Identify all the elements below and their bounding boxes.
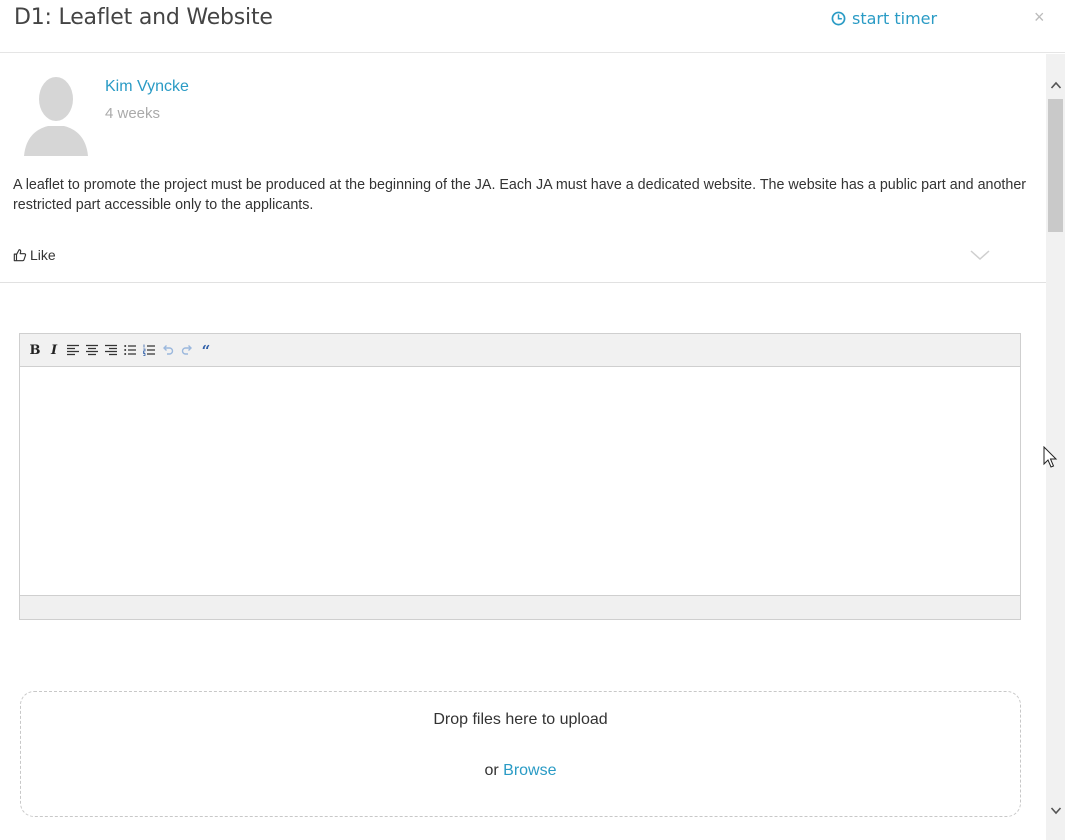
- author-name-link[interactable]: Kim Vyncke: [105, 78, 189, 96]
- post-body: A leaflet to promote the project must be…: [13, 177, 1027, 213]
- redo-button[interactable]: [180, 343, 194, 357]
- align-right-button[interactable]: [104, 343, 118, 357]
- like-button[interactable]: Like: [13, 247, 56, 263]
- align-left-icon: [67, 344, 79, 356]
- chevron-down-icon[interactable]: [969, 248, 991, 262]
- like-label: Like: [30, 247, 56, 263]
- avatar: [24, 77, 88, 156]
- undo-icon: [163, 345, 174, 355]
- editor-statusbar: [20, 595, 1020, 619]
- blockquote-button[interactable]: “: [199, 342, 213, 360]
- close-button[interactable]: ×: [1034, 7, 1045, 28]
- post-timestamp: 4 weeks: [105, 105, 161, 122]
- rich-text-editor: B I “: [19, 333, 1021, 620]
- modal-header: D1: Leaflet and Website start timer ×: [0, 0, 1065, 53]
- align-right-icon: [105, 344, 117, 356]
- scrollbar-thumb[interactable]: [1048, 99, 1063, 232]
- clock-icon: [831, 11, 846, 26]
- bold-button[interactable]: B: [28, 343, 42, 358]
- align-left-button[interactable]: [66, 343, 80, 357]
- thumbs-up-icon: [13, 249, 27, 262]
- or-label: or: [484, 762, 499, 779]
- modal-title: D1: Leaflet and Website: [14, 5, 273, 30]
- align-center-button[interactable]: [85, 343, 99, 357]
- bullet-list-icon: [124, 345, 136, 355]
- dropzone-label: Drop files here to upload: [433, 711, 608, 728]
- editor-toolbar: B I “: [20, 334, 1020, 367]
- italic-button[interactable]: I: [47, 343, 61, 358]
- bullet-list-button[interactable]: [123, 343, 137, 357]
- scroll-up-arrow-icon[interactable]: [1050, 80, 1062, 90]
- start-timer-button[interactable]: start timer: [831, 9, 937, 28]
- browse-line: or Browse: [21, 762, 1020, 780]
- align-center-icon: [86, 344, 98, 356]
- numbered-list-button[interactable]: [142, 343, 156, 357]
- divider: [0, 282, 1046, 283]
- undo-button[interactable]: [161, 343, 175, 357]
- editor-text-area[interactable]: [20, 367, 1020, 595]
- start-timer-label: start timer: [852, 9, 938, 28]
- mouse-cursor-icon: [1043, 446, 1058, 468]
- scroll-down-arrow-icon[interactable]: [1050, 806, 1062, 816]
- numbered-list-icon: [143, 344, 155, 356]
- redo-icon: [181, 345, 192, 355]
- file-dropzone[interactable]: Drop files here to upload or Browse: [20, 691, 1021, 817]
- modal-content: Kim Vyncke 4 weeks A leaflet to promote …: [0, 54, 1046, 840]
- browse-link[interactable]: Browse: [503, 762, 556, 779]
